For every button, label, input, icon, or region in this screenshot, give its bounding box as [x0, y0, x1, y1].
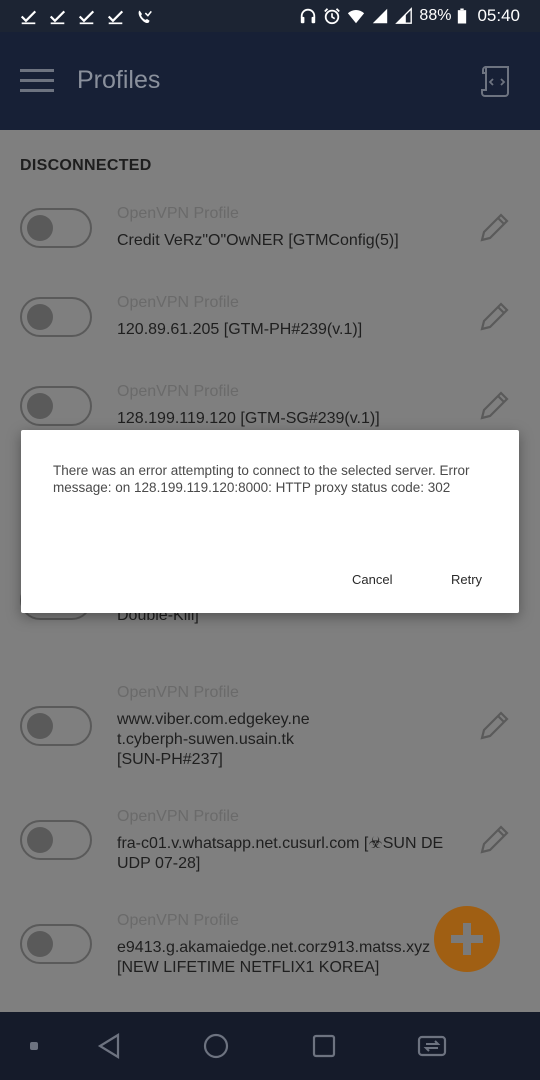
back-icon[interactable]	[96, 1032, 124, 1060]
signal-icon	[395, 7, 413, 24]
profile-toggle[interactable]	[20, 820, 92, 860]
check-icon	[20, 10, 37, 24]
plus-icon	[451, 923, 483, 955]
battery-icon	[458, 8, 467, 24]
add-profile-button[interactable]	[434, 906, 500, 972]
profile-type: OpenVPN Profile	[117, 684, 239, 701]
edit-icon[interactable]	[476, 822, 512, 858]
page-title: Profiles	[77, 66, 161, 94]
dot-icon[interactable]	[29, 1041, 39, 1051]
check-icon	[107, 10, 124, 24]
profile-name: Credit VeRz"O"OwNER [GTMConfig(5)]	[117, 232, 399, 249]
toggle-knob	[27, 393, 53, 419]
status-bar: 88% 05:40	[0, 0, 540, 32]
profile-name: www.viber.com.edgekey.ne t.cyberph-suwen…	[117, 711, 310, 768]
list-item[interactable]: OpenVPN Profile fra-c01.v.whatsapp.net.c…	[0, 806, 540, 906]
profile-name: 120.89.61.205 [GTM-PH#239(v.1)]	[117, 321, 363, 338]
cancel-button[interactable]: Cancel	[352, 572, 392, 587]
profile-name: 128.199.119.120 [GTM-SG#239(v.1)]	[117, 410, 380, 427]
menu-icon[interactable]	[20, 69, 54, 93]
edit-icon[interactable]	[476, 299, 512, 335]
script-icon[interactable]	[478, 62, 516, 100]
profile-toggle[interactable]	[20, 208, 92, 248]
dialog-message: There was an error attempting to connect…	[53, 463, 470, 495]
profile-toggle[interactable]	[20, 386, 92, 426]
home-icon[interactable]	[202, 1032, 230, 1060]
error-dialog: There was an error attempting to connect…	[21, 430, 519, 613]
toggle-knob	[27, 304, 53, 330]
profile-name: fra-c01.v.whatsapp.net.cusurl.com [☣SUN …	[117, 835, 444, 872]
profile-type: OpenVPN Profile	[117, 808, 239, 825]
profile-type: OpenVPN Profile	[117, 912, 239, 929]
toggle-knob	[27, 931, 53, 957]
app-bar: Profiles	[0, 32, 540, 130]
clock: 05:40	[477, 6, 520, 25]
profile-type: OpenVPN Profile	[117, 205, 239, 222]
profile-toggle[interactable]	[20, 297, 92, 337]
retry-button[interactable]: Retry	[451, 572, 482, 587]
profile-type: OpenVPN Profile	[117, 383, 239, 400]
edit-icon[interactable]	[476, 708, 512, 744]
toggle-knob	[27, 827, 53, 853]
recents-icon[interactable]	[310, 1032, 338, 1060]
list-item[interactable]: OpenVPN Profile 120.89.61.205 [GTM-PH#23…	[0, 289, 540, 379]
list-item[interactable]: OpenVPN Profile www.viber.com.edgekey.ne…	[0, 682, 540, 802]
battery-percent: 88%	[419, 7, 452, 24]
switch-icon[interactable]	[416, 1032, 448, 1060]
notification-icons	[20, 8, 153, 25]
toggle-knob	[27, 215, 53, 241]
edit-icon[interactable]	[476, 388, 512, 424]
list-item[interactable]: OpenVPN Profile Credit VeRz"O"OwNER [GTM…	[0, 200, 540, 290]
wifi-icon	[348, 10, 365, 24]
headset-icon	[301, 8, 316, 24]
check-icon	[49, 10, 66, 24]
profile-toggle[interactable]	[20, 924, 92, 964]
system-icons: 88% 05:40	[299, 6, 520, 26]
navigation-bar	[0, 1012, 540, 1080]
profile-name: e9413.g.akamaiedge.net.corz913.matss.xyz…	[117, 939, 431, 976]
section-header: DISCONNECTED	[20, 157, 152, 174]
profile-type: OpenVPN Profile	[117, 294, 239, 311]
check-icon	[78, 10, 95, 24]
edit-icon[interactable]	[476, 210, 512, 246]
alarm-icon	[324, 8, 341, 25]
profile-toggle[interactable]	[20, 706, 92, 746]
signal-icon	[373, 8, 388, 24]
missed-call-icon	[138, 10, 152, 23]
toggle-knob	[27, 713, 53, 739]
